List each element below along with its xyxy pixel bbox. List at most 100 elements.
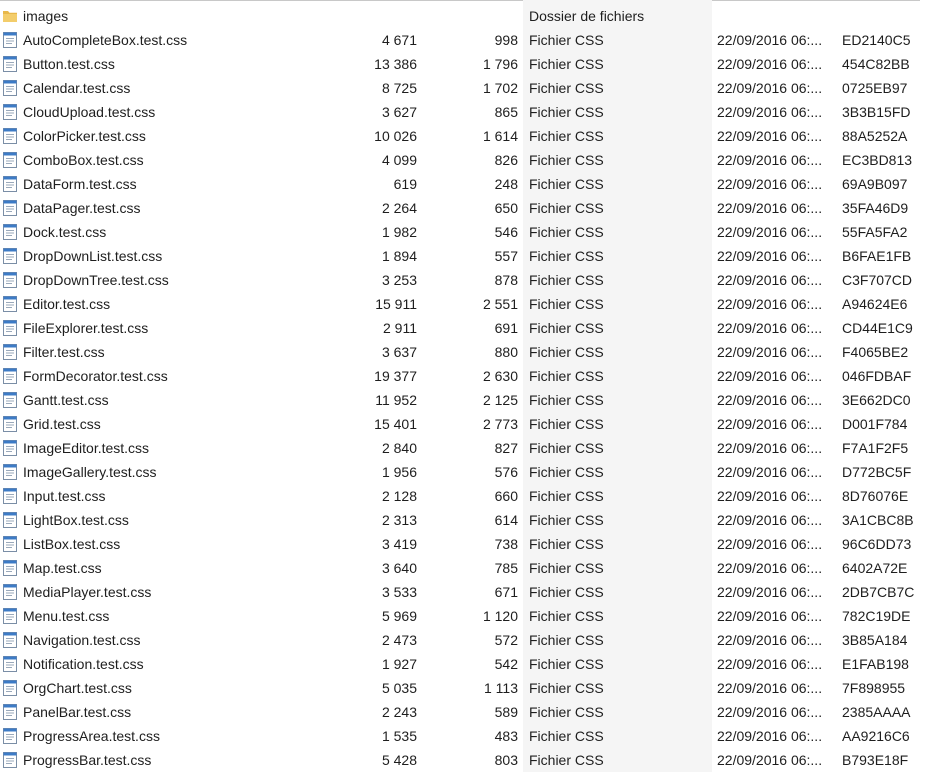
file-row[interactable]: Filter.test.css 3 637 880 Fichier CSS 22/09/…: [0, 340, 944, 364]
file-compressed-size: 738: [494, 536, 518, 552]
file-modified: 22/09/2016 06:...: [717, 296, 823, 312]
css-file-icon: [2, 247, 18, 265]
file-size: 5 969: [381, 608, 417, 624]
file-type: Fichier CSS: [529, 224, 604, 240]
file-size: 2 313: [381, 512, 417, 528]
file-row[interactable]: ImageGallery.test.css 1 956 576 Fichier CSS…: [0, 460, 944, 484]
file-row[interactable]: Input.test.css 2 128 660 Fichier CSS 22/09/2…: [0, 484, 944, 508]
file-row[interactable]: DataForm.test.css 619 248 Fichier CSS 22/09/…: [0, 172, 944, 196]
file-type: Fichier CSS: [529, 512, 604, 528]
file-type: Fichier CSS: [529, 392, 604, 408]
file-name: ImageGallery.test.css: [23, 464, 157, 480]
file-type: Fichier CSS: [529, 488, 604, 504]
file-name: ProgressArea.test.css: [23, 728, 160, 744]
file-crc: 454C82BB: [842, 56, 910, 72]
file-row[interactable]: AutoCompleteBox.test.css 4 671 998 Fichier …: [0, 28, 944, 52]
file-row[interactable]: ProgressArea.test.css 1 535 483 Fichier CSS…: [0, 724, 944, 748]
file-crc: 69A9B097: [842, 176, 908, 192]
file-row[interactable]: MediaPlayer.test.css 3 533 671 Fichier CSS 2…: [0, 580, 944, 604]
file-compressed-size: 2 125: [482, 392, 518, 408]
file-row[interactable]: DropDownTree.test.css 3 253 878 Fichier CSS…: [0, 268, 944, 292]
file-name: ComboBox.test.css: [23, 152, 144, 168]
file-row[interactable]: Dock.test.css 1 982 546 Fichier CSS 22/09/20…: [0, 220, 944, 244]
file-compressed-size: 865: [494, 104, 518, 120]
css-file-icon: [2, 583, 18, 601]
file-type: Fichier CSS: [529, 368, 604, 384]
file-row[interactable]: ListBox.test.css 3 419 738 Fichier CSS 22/09…: [0, 532, 944, 556]
file-crc: ED2140C5: [842, 32, 911, 48]
file-type: Fichier CSS: [529, 752, 604, 768]
file-crc: A94624E6: [842, 296, 908, 312]
file-row[interactable]: Navigation.test.css 2 473 572 Fichier CSS 22…: [0, 628, 944, 652]
file-compressed-size: 803: [494, 752, 518, 768]
file-row[interactable]: Button.test.css 13 386 1 796 Fichier CSS 22/…: [0, 52, 944, 76]
file-row[interactable]: OrgChart.test.css 5 035 1 113 Fichier CSS 22…: [0, 676, 944, 700]
file-modified: 22/09/2016 06:...: [717, 272, 823, 288]
file-row[interactable]: ImageEditor.test.css 2 840 827 Fichier CSS 2…: [0, 436, 944, 460]
file-size: 3 419: [381, 536, 417, 552]
file-row[interactable]: DataPager.test.css 2 264 650 Fichier CSS 22/…: [0, 196, 944, 220]
file-type: Fichier CSS: [529, 176, 604, 192]
file-row[interactable]: Grid.test.css 15 401 2 773 Fichier CSS 22/09…: [0, 412, 944, 436]
file-modified: 22/09/2016 06:...: [717, 512, 823, 528]
file-size: 2 264: [381, 200, 417, 216]
file-type: Fichier CSS: [529, 440, 604, 456]
file-size: 11 952: [375, 392, 417, 408]
file-name: Grid.test.css: [23, 416, 101, 432]
file-row[interactable]: Notification.test.css 1 927 542 Fichier CSS…: [0, 652, 944, 676]
file-modified: 22/09/2016 06:...: [717, 488, 823, 504]
file-type: Fichier CSS: [529, 608, 604, 624]
file-crc: AA9216C6: [842, 728, 910, 744]
file-compressed-size: 880: [494, 344, 518, 360]
file-type: Fichier CSS: [529, 344, 604, 360]
file-row[interactable]: Calendar.test.css 8 725 1 702 Fichier CSS 22…: [0, 76, 944, 100]
file-row[interactable]: FileExplorer.test.css 2 911 691 Fichier CSS…: [0, 316, 944, 340]
file-row[interactable]: DropDownList.test.css 1 894 557 Fichier CSS…: [0, 244, 944, 268]
css-file-icon: [2, 679, 18, 697]
file-row[interactable]: Gantt.test.css 11 952 2 125 Fichier CSS 22/0…: [0, 388, 944, 412]
file-size: 8 725: [381, 80, 417, 96]
file-compressed-size: 660: [494, 488, 518, 504]
file-row[interactable]: CloudUpload.test.css 3 627 865 Fichier CSS 2…: [0, 100, 944, 124]
file-row[interactable]: images Dossier de fichiers: [0, 4, 944, 28]
file-compressed-size: 671: [494, 584, 518, 600]
file-size: 5 035: [381, 680, 417, 696]
file-type: Fichier CSS: [529, 80, 604, 96]
file-name: Dock.test.css: [23, 224, 107, 240]
file-size: 2 840: [381, 440, 417, 456]
file-compressed-size: 1 120: [482, 608, 518, 624]
file-row[interactable]: FormDecorator.test.css 19 377 2 630 Fichier…: [0, 364, 944, 388]
file-row[interactable]: Map.test.css 3 640 785 Fichier CSS 22/09/201…: [0, 556, 944, 580]
file-crc: D001F784: [842, 416, 908, 432]
file-type: Fichier CSS: [529, 32, 604, 48]
folder-icon: [2, 7, 18, 25]
file-name: AutoCompleteBox.test.css: [23, 32, 188, 48]
css-file-icon: [2, 79, 18, 97]
file-row[interactable]: ColorPicker.test.css 10 026 1 614 Fichier C…: [0, 124, 944, 148]
css-file-icon: [2, 55, 18, 73]
file-crc: 8D76076E: [842, 488, 909, 504]
file-row[interactable]: LightBox.test.css 2 313 614 Fichier CSS 22/0…: [0, 508, 944, 532]
css-file-icon: [2, 367, 18, 385]
css-file-icon: [2, 727, 18, 745]
file-name: Navigation.test.css: [23, 632, 141, 648]
file-crc: 6402A72E: [842, 560, 908, 576]
file-row[interactable]: ComboBox.test.css 4 099 826 Fichier CSS 22/0…: [0, 148, 944, 172]
file-modified: 22/09/2016 06:...: [717, 104, 823, 120]
css-file-icon: [2, 175, 18, 193]
file-size: 5 428: [381, 752, 417, 768]
file-type: Fichier CSS: [529, 152, 604, 168]
file-type: Fichier CSS: [529, 464, 604, 480]
file-row[interactable]: PanelBar.test.css 2 243 589 Fichier CSS 22/0…: [0, 700, 944, 724]
css-file-icon: [2, 391, 18, 409]
file-row[interactable]: Menu.test.css 5 969 1 120 Fichier CSS 22/09/…: [0, 604, 944, 628]
file-size: 1 894: [381, 248, 417, 264]
file-modified: 22/09/2016 06:...: [717, 176, 823, 192]
file-row[interactable]: ProgressBar.test.css 5 428 803 Fichier CSS 2…: [0, 748, 944, 772]
css-file-icon: [2, 631, 18, 649]
file-compressed-size: 2 773: [482, 416, 518, 432]
file-name: Button.test.css: [23, 56, 115, 72]
file-row[interactable]: Editor.test.css 15 911 2 551 Fichier CSS 22/…: [0, 292, 944, 316]
file-crc: C3F707CD: [842, 272, 913, 288]
file-compressed-size: 1 113: [484, 680, 518, 696]
